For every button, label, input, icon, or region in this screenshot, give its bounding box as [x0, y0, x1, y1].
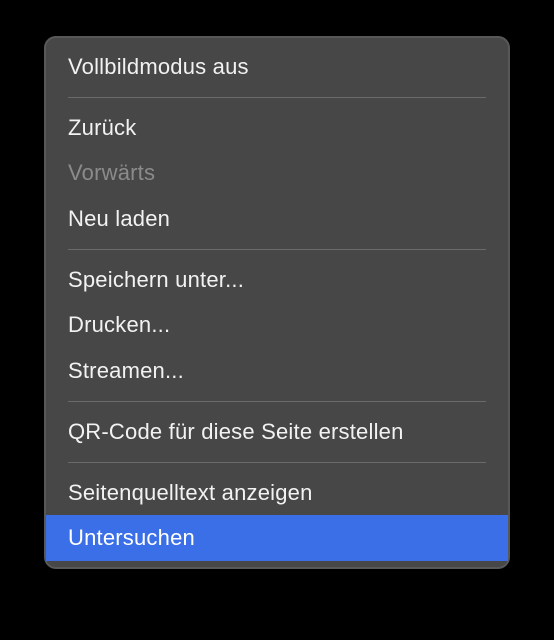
- context-menu: Vollbildmodus aus Zurück Vorwärts Neu la…: [44, 36, 510, 569]
- menu-item-forward: Vorwärts: [44, 150, 510, 196]
- menu-separator: [68, 249, 486, 250]
- menu-separator: [68, 97, 486, 98]
- menu-item-inspect[interactable]: Untersuchen: [46, 515, 508, 561]
- menu-item-cast[interactable]: Streamen...: [44, 348, 510, 394]
- menu-item-view-source[interactable]: Seitenquelltext anzeigen: [44, 470, 510, 516]
- menu-separator: [68, 462, 486, 463]
- menu-separator: [68, 401, 486, 402]
- menu-item-save-as[interactable]: Speichern unter...: [44, 257, 510, 303]
- menu-item-create-qr[interactable]: QR-Code für diese Seite erstellen: [44, 409, 510, 455]
- menu-item-print[interactable]: Drucken...: [44, 302, 510, 348]
- menu-item-reload[interactable]: Neu laden: [44, 196, 510, 242]
- menu-item-exit-fullscreen[interactable]: Vollbildmodus aus: [44, 44, 510, 90]
- menu-item-back[interactable]: Zurück: [44, 105, 510, 151]
